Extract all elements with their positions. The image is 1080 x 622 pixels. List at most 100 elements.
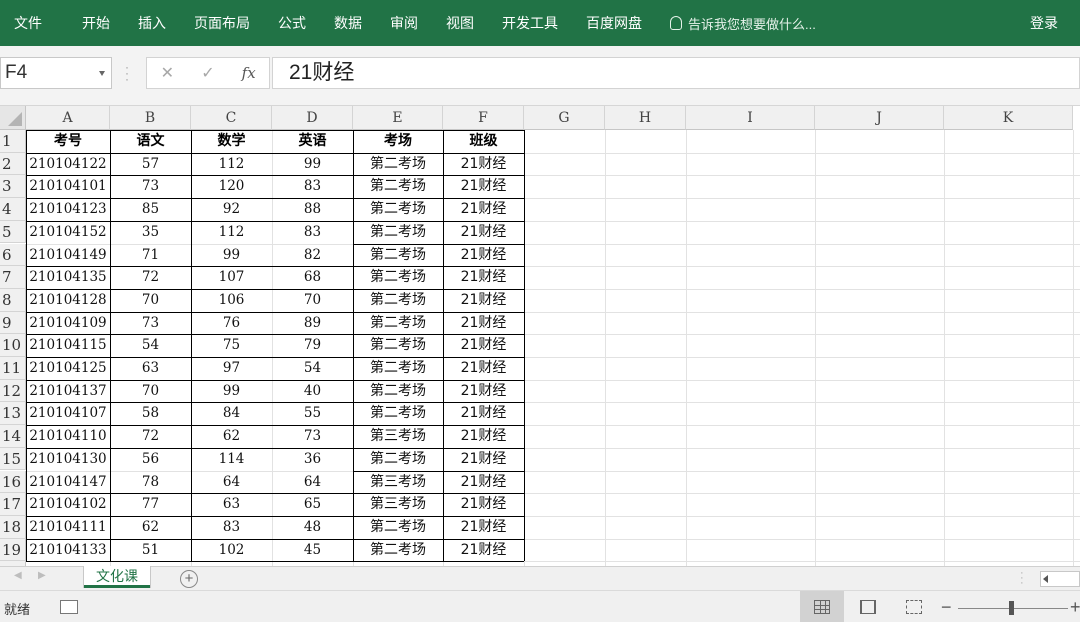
row-header[interactable]: 11 [0, 357, 26, 380]
ribbon-tab[interactable]: 百度网盘 [572, 0, 656, 46]
row-header[interactable]: 15 [0, 447, 26, 471]
row-header[interactable]: 5 [0, 220, 26, 244]
table-cell[interactable]: 58 [110, 402, 191, 425]
table-cell[interactable]: 第二考场 [353, 448, 443, 471]
spreadsheet-grid[interactable]: A B C D E F G H I J K 1 2 3 4 5 6 7 8 9 10 11 12 13 14 15 16 17 18 19… [0, 106, 1080, 566]
table-cell[interactable]: 72 [110, 425, 191, 448]
table-header-cell[interactable]: 班级 [443, 130, 524, 153]
table-cell[interactable]: 210104125 [26, 357, 110, 380]
login-button[interactable]: 登录 [1030, 0, 1058, 46]
zoom-in-button[interactable]: + [1070, 591, 1080, 622]
select-all-corner[interactable] [0, 106, 26, 130]
table-cell[interactable]: 第二考场 [353, 266, 443, 289]
table-header-cell[interactable]: 语文 [110, 130, 191, 153]
table-cell[interactable]: 102 [191, 539, 272, 562]
column-header[interactable]: C [191, 106, 272, 130]
table-cell[interactable]: 70 [110, 380, 191, 403]
table-header-cell[interactable]: 考场 [353, 130, 443, 153]
table-cell[interactable]: 21财经 [443, 448, 524, 471]
table-cell[interactable]: 73 [272, 425, 353, 448]
table-cell[interactable]: 88 [272, 198, 353, 221]
macro-record-icon[interactable] [60, 600, 78, 614]
row-header[interactable]: 13 [0, 402, 26, 426]
ribbon-tab[interactable]: 文件 [0, 0, 68, 46]
table-cell[interactable]: 210104101 [26, 175, 110, 198]
table-cell[interactable]: 83 [191, 516, 272, 539]
table-cell[interactable]: 210104123 [26, 198, 110, 221]
table-cell[interactable]: 92 [191, 198, 272, 221]
table-cell[interactable]: 210104102 [26, 493, 110, 516]
row-header[interactable]: 17 [0, 493, 26, 516]
table-cell[interactable]: 210104130 [26, 448, 110, 471]
table-cell[interactable]: 40 [272, 380, 353, 403]
page-break-view-button[interactable] [892, 591, 936, 622]
table-cell[interactable]: 第二考场 [353, 334, 443, 357]
zoom-out-button[interactable]: − [941, 591, 952, 622]
table-cell[interactable]: 第二考场 [353, 380, 443, 403]
table-cell[interactable]: 第二考场 [353, 175, 443, 198]
table-cell[interactable]: 第二考场 [353, 402, 443, 425]
table-cell[interactable]: 54 [110, 334, 191, 357]
row-header[interactable]: 1 [0, 130, 26, 153]
ribbon-tab[interactable]: 公式 [264, 0, 320, 46]
table-cell[interactable]: 85 [110, 198, 191, 221]
row-header[interactable]: 12 [0, 379, 26, 403]
table-cell[interactable]: 76 [191, 312, 272, 335]
row-header[interactable]: 4 [0, 198, 26, 221]
table-cell[interactable]: 63 [110, 357, 191, 380]
table-cell[interactable]: 21财经 [443, 312, 524, 335]
table-cell[interactable]: 210104109 [26, 312, 110, 335]
table-cell[interactable]: 68 [272, 266, 353, 289]
table-header-cell[interactable]: 英语 [272, 130, 353, 153]
prev-sheet-icon[interactable]: ◀ [14, 570, 22, 581]
table-cell[interactable]: 64 [191, 471, 272, 494]
table-cell[interactable]: 第二考场 [353, 357, 443, 380]
table-cell[interactable]: 210104147 [26, 471, 110, 494]
chevron-down-icon[interactable] [99, 71, 105, 76]
table-cell[interactable]: 210104137 [26, 380, 110, 403]
table-cell[interactable]: 36 [272, 448, 353, 471]
column-header[interactable]: K [944, 106, 1073, 130]
ribbon-tab[interactable]: 开发工具 [488, 0, 572, 46]
table-cell[interactable]: 210104110 [26, 425, 110, 448]
table-cell[interactable]: 第三考场 [353, 493, 443, 516]
table-cell[interactable]: 75 [191, 334, 272, 357]
table-cell[interactable]: 第二考场 [353, 289, 443, 312]
table-cell[interactable]: 62 [110, 516, 191, 539]
table-cell[interactable]: 210104149 [26, 244, 110, 267]
table-cell[interactable]: 48 [272, 516, 353, 539]
row-header[interactable]: 8 [0, 288, 26, 312]
column-header[interactable]: J [815, 106, 944, 130]
table-cell[interactable]: 77 [110, 493, 191, 516]
table-cell[interactable]: 106 [191, 289, 272, 312]
column-header[interactable]: A [26, 106, 110, 130]
table-cell[interactable]: 56 [110, 448, 191, 471]
table-cell[interactable]: 112 [191, 221, 272, 244]
table-cell[interactable]: 第三考场 [353, 425, 443, 448]
column-header[interactable]: D [272, 106, 353, 130]
table-cell[interactable]: 79 [272, 334, 353, 357]
table-cell[interactable]: 83 [272, 175, 353, 198]
row-header[interactable]: 6 [0, 243, 26, 267]
table-cell[interactable]: 21财经 [443, 471, 524, 494]
table-cell[interactable]: 35 [110, 221, 191, 244]
table-cell[interactable]: 210104111 [26, 516, 110, 539]
row-header[interactable]: 2 [0, 152, 26, 176]
table-cell[interactable]: 21财经 [443, 266, 524, 289]
table-cell[interactable]: 21财经 [443, 289, 524, 312]
table-cell[interactable]: 54 [272, 357, 353, 380]
table-cell[interactable]: 70 [110, 289, 191, 312]
table-cell[interactable]: 210104122 [26, 153, 110, 176]
table-cell[interactable]: 73 [110, 175, 191, 198]
table-cell[interactable]: 210104115 [26, 334, 110, 357]
table-cell[interactable]: 64 [272, 471, 353, 494]
scroll-left-icon[interactable] [1043, 575, 1048, 583]
row-header[interactable]: 18 [0, 515, 26, 539]
table-cell[interactable]: 21财经 [443, 334, 524, 357]
table-cell[interactable]: 第三考场 [353, 471, 443, 494]
column-header[interactable]: B [110, 106, 191, 130]
row-header[interactable]: 9 [0, 311, 26, 335]
tell-me-search[interactable]: 告诉我您想要做什么... [656, 14, 816, 33]
table-cell[interactable]: 107 [191, 266, 272, 289]
table-cell[interactable]: 210104152 [26, 221, 110, 244]
